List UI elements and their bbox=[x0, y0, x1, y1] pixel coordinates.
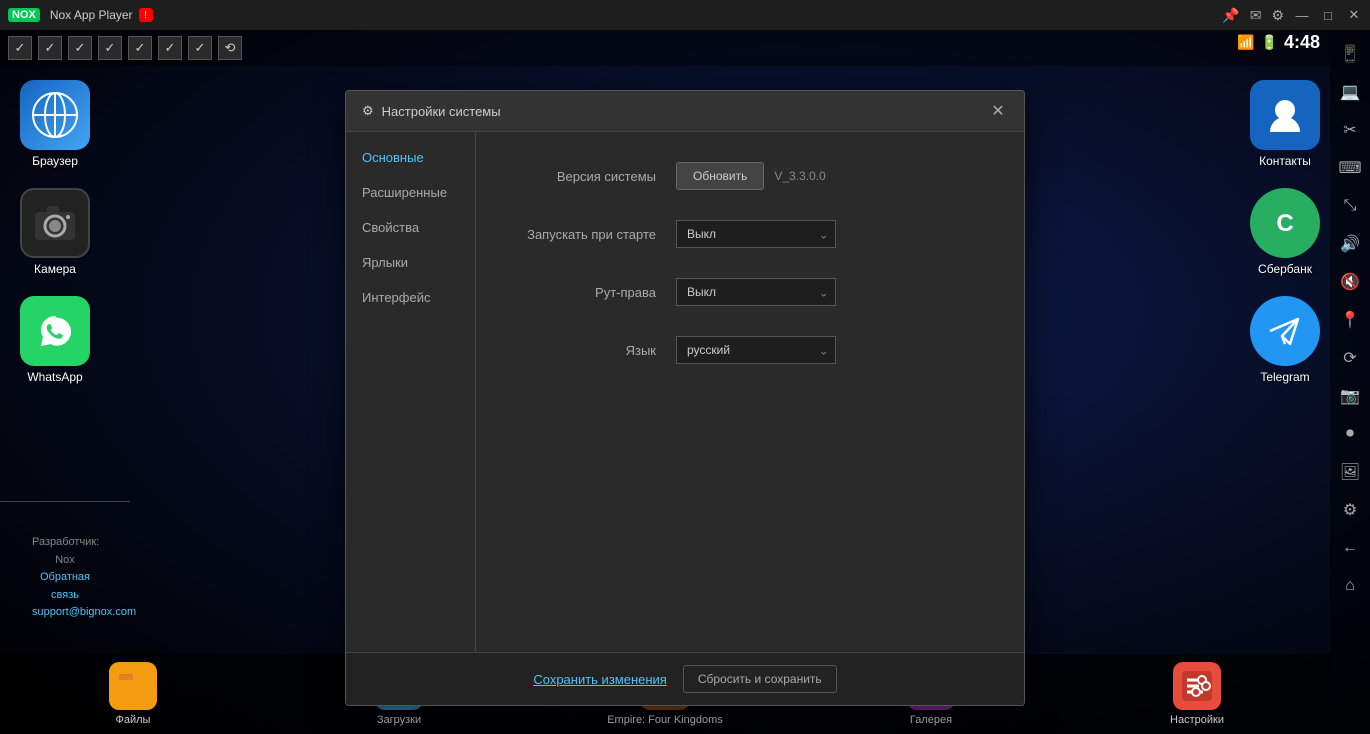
pin-icon[interactable]: 📌 bbox=[1222, 7, 1239, 24]
language-row: Язык русский English 中文 bbox=[516, 336, 984, 364]
version-value: V_3.3.0.0 bbox=[774, 169, 825, 183]
modal-title-area: ⚙ Настройки системы bbox=[362, 103, 501, 119]
save-changes-button[interactable]: Сохранить изменения bbox=[533, 665, 667, 693]
nav-properties[interactable]: Свойства bbox=[346, 210, 475, 245]
modal-gear-icon: ⚙ bbox=[362, 103, 374, 119]
startup-select-wrapper: Выкл Вкл bbox=[676, 220, 836, 248]
modal-overlay: ⚙ Настройки системы ✕ Основные Расширенн… bbox=[0, 30, 1370, 734]
modal-title: Настройки системы bbox=[382, 104, 501, 119]
language-select[interactable]: русский English 中文 bbox=[676, 336, 836, 364]
modal-footer-actions: Сохранить изменения Сбросить и сохранить bbox=[346, 652, 1024, 705]
root-select-wrapper: Выкл Вкл bbox=[676, 278, 836, 306]
root-row: Рут-права Выкл Вкл bbox=[516, 278, 984, 306]
startup-label: Запускать при старте bbox=[516, 227, 656, 242]
settings-modal: ⚙ Настройки системы ✕ Основные Расширенн… bbox=[345, 90, 1025, 706]
settings-icon[interactable]: ⚙ bbox=[1271, 7, 1284, 24]
startup-select[interactable]: Выкл Вкл bbox=[676, 220, 836, 248]
reset-save-button[interactable]: Сбросить и сохранить bbox=[683, 665, 837, 693]
modal-sidebar: Основные Расширенные Свойства Ярлыки Инт… bbox=[346, 132, 476, 652]
notification-badge: ! bbox=[139, 8, 153, 22]
nav-basic[interactable]: Основные bbox=[346, 140, 475, 175]
title-bar-right: 📌 ✉ ⚙ — □ ✕ bbox=[1222, 7, 1362, 24]
modal-close-button[interactable]: ✕ bbox=[988, 101, 1008, 121]
modal-body: Основные Расширенные Свойства Ярлыки Инт… bbox=[346, 132, 1024, 652]
language-label: Язык bbox=[516, 343, 656, 358]
startup-row: Запускать при старте Выкл Вкл bbox=[516, 220, 984, 248]
email-icon[interactable]: ✉ bbox=[1250, 7, 1262, 24]
language-select-wrapper: русский English 中文 bbox=[676, 336, 836, 364]
close-button[interactable]: ✕ bbox=[1346, 7, 1362, 23]
version-label: Версия системы bbox=[516, 169, 656, 184]
app-title: Nox App Player bbox=[50, 8, 133, 22]
nav-advanced[interactable]: Расширенные bbox=[346, 175, 475, 210]
version-row: Версия системы Обновить V_3.3.0.0 bbox=[516, 162, 984, 190]
version-control: Обновить V_3.3.0.0 bbox=[676, 162, 826, 190]
title-bar-left: NOX Nox App Player ! bbox=[8, 8, 153, 22]
nav-interface[interactable]: Интерфейс bbox=[346, 280, 475, 315]
modal-main-content: Версия системы Обновить V_3.3.0.0 Запуск… bbox=[476, 132, 1024, 652]
minimize-button[interactable]: — bbox=[1294, 7, 1310, 23]
root-select[interactable]: Выкл Вкл bbox=[676, 278, 836, 306]
title-bar: NOX Nox App Player ! 📌 ✉ ⚙ — □ ✕ bbox=[0, 0, 1370, 30]
emulator-area: ✓ ✓ ✓ ✓ ✓ ✓ ✓ ⟲ 📶 🔋 4:48 Браузер bbox=[0, 30, 1370, 734]
modal-header: ⚙ Настройки системы ✕ bbox=[346, 91, 1024, 132]
nav-shortcuts[interactable]: Ярлыки bbox=[346, 245, 475, 280]
maximize-button[interactable]: □ bbox=[1320, 7, 1336, 23]
update-button[interactable]: Обновить bbox=[676, 162, 764, 190]
nox-logo: NOX bbox=[8, 8, 40, 22]
root-label: Рут-права bbox=[516, 285, 656, 300]
